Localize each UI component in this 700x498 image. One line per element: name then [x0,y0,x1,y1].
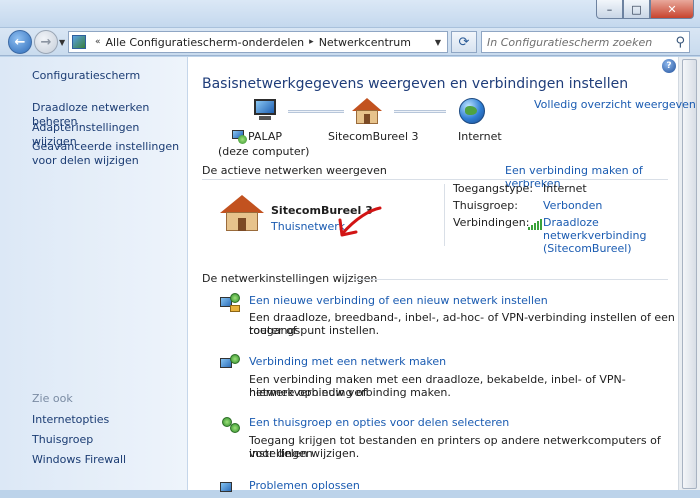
map-link-line [394,110,446,113]
breadcrumb-root[interactable]: Alle Configuratiescherm-onderdelen [106,36,305,49]
active-networks-heading: De actieve netwerken weergeven [202,164,387,177]
sidebar: Configuratiescherm Draadloze netwerken b… [0,57,188,490]
forward-icon: → [40,34,52,50]
connections-label: Verbindingen: [453,216,530,229]
homegroup-label: Thuisgroep: [453,199,518,212]
maximize-button[interactable]: □ [623,0,650,19]
recent-pages-dropdown[interactable]: ▼ [59,38,65,47]
navigation-bar: ← → ▼ « Alle Configuratiescherm-onderdel… [0,28,700,56]
new-connection-icon [220,293,242,313]
search-input[interactable]: In Configuratiescherm zoeken ⚲ [481,31,690,53]
vertical-scrollbar[interactable] [678,57,700,490]
connect-disconnect-link[interactable]: Een verbinding maken of verbreken [505,164,700,190]
full-overview-link[interactable]: Volledig overzicht weergeven [534,98,696,111]
see-also-label: Zie ook [32,392,73,405]
map-computer-name[interactable]: PALAP [248,130,282,143]
breadcrumb-current[interactable]: Netwerkcentrum [319,36,411,49]
section-divider [202,179,668,180]
close-button[interactable]: ✕ [650,0,694,19]
task-connect-network-link[interactable]: Verbinding met een netwerk maken [249,355,446,368]
see-also-homegroup[interactable]: Thuisgroep [32,433,93,447]
connection-link-line1[interactable]: Draadloze [543,216,599,229]
map-internet-label[interactable]: Internet [458,130,502,143]
map-computer-sub: (deze computer) [218,145,310,158]
section-divider [354,279,668,280]
task-new-connection-desc2: toegangspunt instellen. [249,324,380,337]
minimize-button[interactable]: – [596,0,623,19]
access-type-value: Internet [543,182,587,195]
address-bar[interactable]: « Alle Configuratiescherm-onderdelen ▸ N… [68,31,448,53]
task-homegroup-desc2: voor delen wijzigen. [249,447,360,460]
breadcrumb-overflow[interactable]: « [95,37,101,47]
back-button[interactable]: ← [8,30,32,54]
access-type-label: Toegangstype: [453,182,534,195]
connect-network-icon [220,354,242,374]
help-icon[interactable]: ? [662,59,676,73]
page-title: Basisnetwerkgegevens weergeven en verbin… [202,76,629,92]
internet-globe-icon [459,98,485,124]
search-placeholder: In Configuratiescherm zoeken [487,35,653,49]
connection-link-line2[interactable]: netwerkverbinding [543,229,647,242]
task-troubleshoot-link[interactable]: Problemen oplossen [249,479,360,490]
forward-button[interactable]: → [34,30,58,54]
breadcrumb-separator[interactable]: ▸ [309,37,314,47]
refresh-button[interactable]: ⟳ [451,31,477,53]
troubleshoot-icon [220,478,242,498]
scrollbar-thumb[interactable] [682,59,697,489]
map-link-line [288,110,344,113]
task-homegroup-link[interactable]: Een thuisgroep en opties voor delen sele… [249,416,509,429]
refresh-icon: ⟳ [458,34,470,50]
home-network-icon [352,98,382,125]
signal-icon [528,219,542,230]
change-settings-heading: De netwerkinstellingen wijzigen [202,272,378,285]
task-new-connection-link[interactable]: Een nieuwe verbinding of een nieuw netwe… [249,294,548,307]
address-dropdown-icon[interactable]: ▼ [435,38,441,47]
sidebar-home-link[interactable]: Configuratiescherm [32,69,140,83]
window-titlebar: – □ ✕ [0,0,700,28]
annotation-arrow [338,206,382,237]
control-panel-icon [72,35,86,49]
sidebar-item-sharing[interactable]: Geavanceerde instellingen voor delen wij… [32,140,182,168]
search-icon[interactable]: ⚲ [675,35,685,50]
details-divider [444,184,445,246]
computer-icon [250,99,278,121]
back-icon: ← [14,34,26,50]
task-connect-network-desc2: hiermee opnieuw verbinding maken. [249,386,451,399]
computer-small-icon [232,130,248,144]
window-controls: – □ ✕ [596,0,694,19]
see-also-internet-options[interactable]: Internetopties [32,413,109,427]
map-network-name[interactable]: SitecomBureel 3 [328,130,419,143]
connection-link-line3[interactable]: (SitecomBureel) [543,242,632,255]
see-also-firewall[interactable]: Windows Firewall [32,453,126,467]
home-network-icon [220,195,264,232]
homegroup-icon [220,415,242,435]
homegroup-link[interactable]: Verbonden [543,199,602,212]
